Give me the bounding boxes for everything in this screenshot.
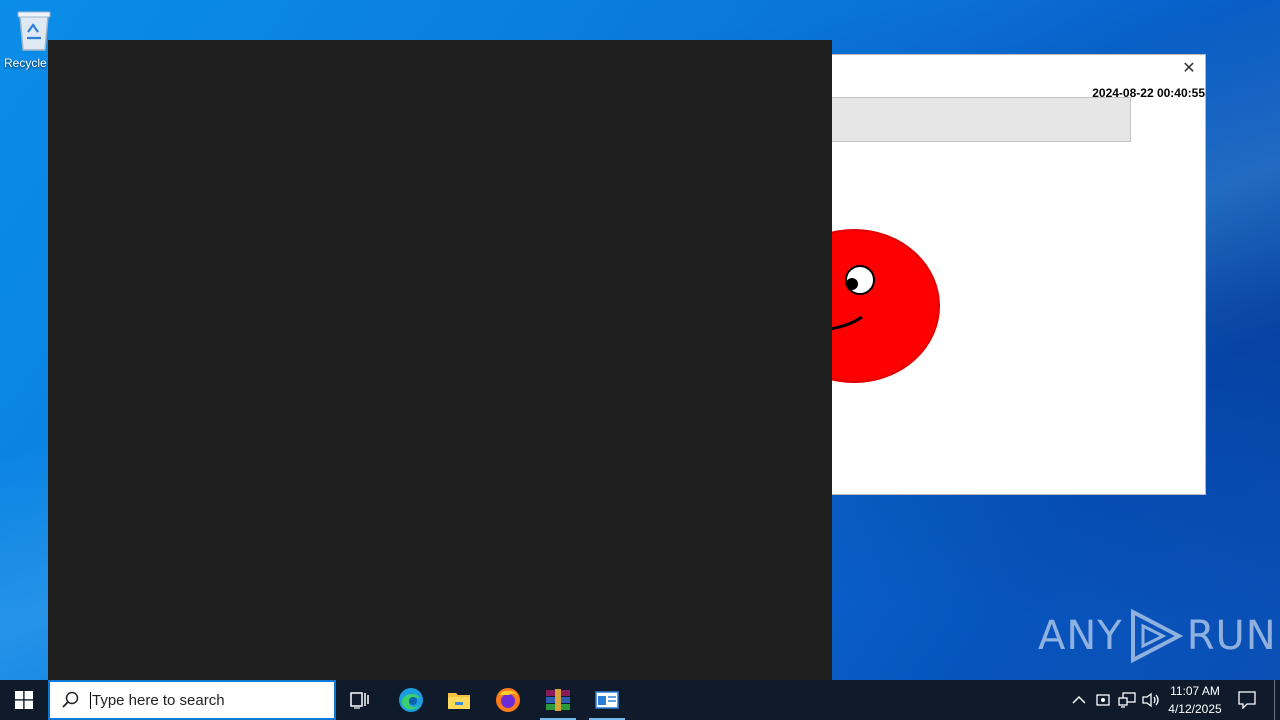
play-logo-icon [1130, 608, 1183, 664]
taskbar-app-active-window[interactable] [583, 680, 631, 720]
taskbar-app-winrar[interactable] [534, 680, 582, 720]
taskbar-search-box[interactable]: Type here to search [48, 680, 336, 720]
prank-window[interactable]: ✕ 2024-08-22 00:40:55 [820, 54, 1206, 495]
file-explorer-icon [448, 693, 470, 709]
action-center-button[interactable] [1232, 680, 1262, 720]
search-icon [50, 691, 90, 709]
firefox-icon [496, 688, 520, 712]
watermark-text-left: ANY [1038, 613, 1123, 659]
network-icon [1118, 692, 1136, 708]
taskbar: Type here to search 11:07 AM 4/12/2025 [0, 680, 1280, 720]
task-view-button[interactable] [340, 680, 380, 720]
anyrun-watermark: ANY RUN [1038, 608, 1277, 664]
start-button[interactable] [0, 680, 48, 720]
notification-icon [1238, 691, 1256, 709]
show-hidden-icons-button[interactable] [1068, 680, 1090, 720]
task-view-icon [350, 692, 369, 709]
tray-vm-tools[interactable] [1092, 680, 1114, 720]
chevron-up-icon [1072, 695, 1086, 704]
volume-icon [1142, 692, 1159, 708]
show-desktop-button[interactable] [1274, 680, 1280, 720]
close-icon[interactable]: ✕ [1181, 61, 1197, 77]
clock-time: 11:07 AM [1170, 684, 1220, 698]
edge-icon [399, 688, 423, 712]
watermark-text-right: RUN [1186, 613, 1277, 659]
taskbar-app-edge[interactable] [387, 680, 435, 720]
tray-network[interactable] [1116, 680, 1138, 720]
search-input[interactable]: Type here to search [90, 691, 225, 709]
taskbar-clock[interactable]: 11:07 AM 4/12/2025 [1160, 682, 1230, 718]
prank-input-bar[interactable] [821, 97, 1131, 142]
active-window-icon [595, 691, 619, 709]
dark-overlay-window[interactable] [48, 40, 832, 680]
winrar-icon [546, 689, 570, 711]
tray-volume[interactable] [1140, 680, 1162, 720]
taskbar-app-file-explorer[interactable] [435, 680, 483, 720]
windows-logo-icon [15, 691, 33, 709]
clock-date: 4/12/2025 [1168, 702, 1222, 716]
red-face-image [821, 229, 940, 383]
vm-tools-icon [1096, 694, 1110, 706]
taskbar-app-firefox[interactable] [484, 680, 532, 720]
